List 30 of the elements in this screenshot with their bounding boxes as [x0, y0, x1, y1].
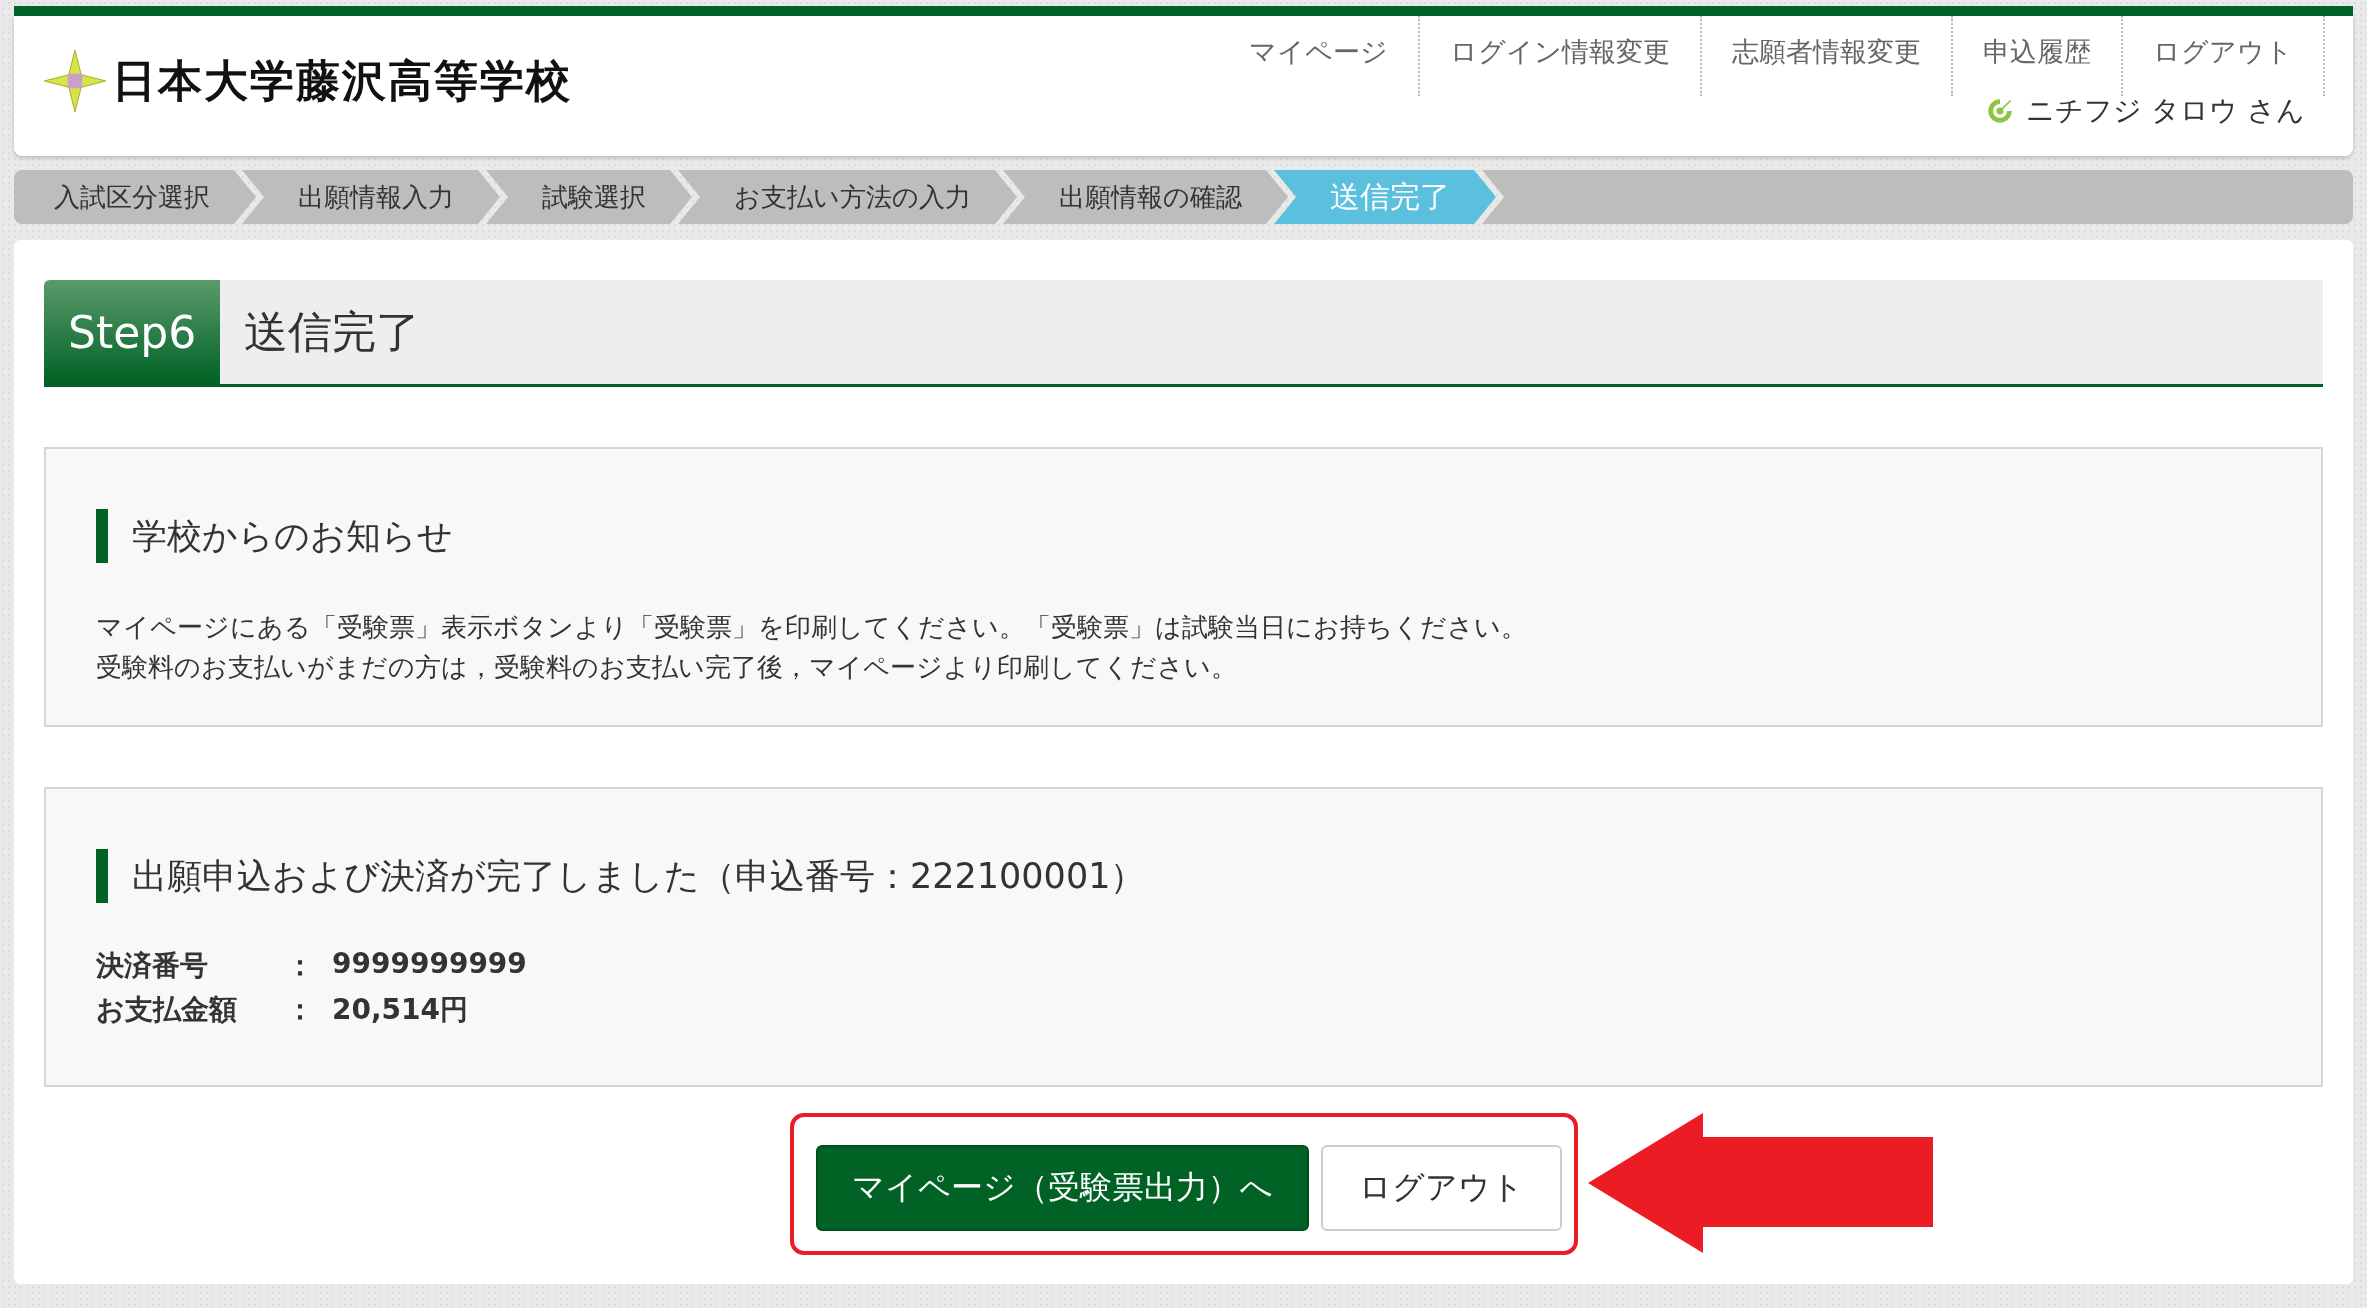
step-title: 送信完了: [243, 304, 421, 359]
school-name: 日本大学藤沢高等学校: [112, 53, 572, 108]
arrow-icon: [1587, 1113, 1933, 1253]
nav-link[interactable]: 申込履歴: [1953, 16, 2123, 96]
progress-step: 出願情報入力: [242, 170, 500, 224]
progress-step: お支払い方法の入力: [678, 170, 1017, 224]
nav-link[interactable]: ログイン情報変更: [1420, 16, 1702, 96]
progress-step: 入試区分選択: [14, 170, 256, 224]
nav-link[interactable]: ログアウト: [2123, 16, 2325, 96]
result-heading: 出願申込および決済が完了しました（申込番号：222100001）: [96, 849, 2271, 903]
nav-link[interactable]: 志願者情報変更: [1702, 16, 1953, 96]
step-badge: Step6: [44, 280, 221, 384]
target-icon: [1986, 97, 2015, 125]
notice-heading: 学校からのお知らせ: [96, 509, 2271, 563]
progress-step: 試験選択: [486, 170, 692, 224]
star-emblem-icon: [44, 50, 106, 112]
user-name: ニチフジ タロウ さん: [2026, 93, 2305, 129]
nav-link[interactable]: マイページ: [1219, 16, 1420, 96]
detail-label: お支払金額: [96, 992, 238, 1028]
notice-text: 受験料のお支払いがまだの方は，受験料のお支払い完了後，マイページより印刷してください。: [96, 651, 1238, 684]
detail-value: 9999999999: [332, 947, 527, 982]
progress-step: 送信完了: [1274, 170, 1496, 224]
detail-label: 決済番号: [96, 948, 209, 984]
mypage-button[interactable]: マイページ（受験票出力）へ: [815, 1145, 1309, 1231]
progress-step: 出願情報の確認: [1003, 170, 1288, 224]
detail-separator: ：: [286, 948, 315, 984]
detail-value: 20,514円: [332, 992, 470, 1028]
logout-button[interactable]: ログアウト: [1320, 1145, 1562, 1231]
detail-separator: ：: [286, 992, 315, 1028]
notice-text: マイページにある「受験票」表示ボタンより「受験票」を印刷してください。「受験票」は試験当日にお持ちください。: [96, 611, 1528, 644]
